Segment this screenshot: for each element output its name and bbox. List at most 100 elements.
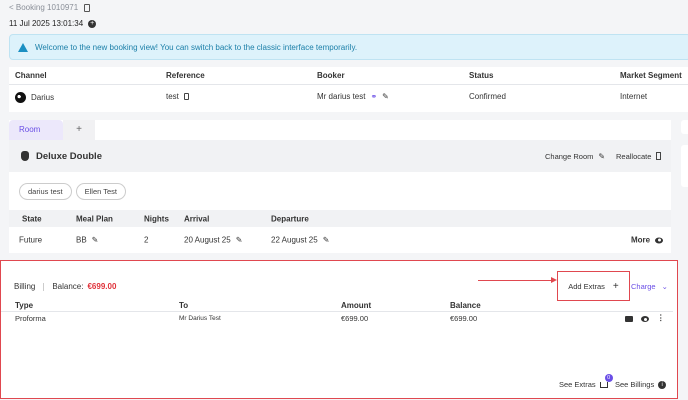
back-label[interactable]: < Booking 1010971 — [9, 3, 78, 12]
header-meal-plan: Meal Plan — [76, 214, 113, 223]
balance-label: Balance: — [52, 282, 84, 291]
edit-icon[interactable]: ✎ — [92, 236, 99, 245]
balance-value: €699.00 — [87, 282, 117, 291]
room-title: Deluxe Double — [36, 150, 102, 162]
channel-avatar-icon — [15, 92, 26, 103]
edit-icon[interactable]: ✎ — [323, 236, 330, 245]
add-room-tab[interactable]: + — [63, 120, 95, 140]
header-to: To — [179, 301, 189, 310]
edit-icon[interactable]: ✎ — [236, 236, 243, 245]
divider — [1, 311, 673, 312]
room-icon — [21, 151, 29, 161]
stay-header: State Meal Plan Nights Arrival Departure — [9, 210, 671, 227]
header-status: Status — [469, 71, 494, 80]
meal-plan-cell: BB ✎ — [76, 236, 98, 245]
eye-icon[interactable] — [655, 237, 664, 243]
header-type: Type — [15, 301, 34, 310]
add-circle-icon[interactable]: + — [88, 19, 97, 28]
channel-value: Darius — [31, 93, 55, 102]
reallocate-icon[interactable] — [656, 152, 662, 160]
status-value: Confirmed — [469, 92, 506, 101]
header-balance: Balance — [450, 301, 481, 310]
header-nights: Nights — [144, 214, 169, 223]
side-panel-edge — [681, 120, 688, 134]
eye-icon[interactable] — [641, 316, 649, 322]
tab-room-700[interactable]: Room 700 — [9, 120, 63, 154]
meal-plan-value: BB — [76, 235, 87, 245]
info-icon[interactable]: i — [658, 380, 667, 389]
header-departure: Departure — [271, 214, 309, 223]
channel-cell: Darius — [15, 92, 54, 103]
edit-icon[interactable]: ✎ — [382, 92, 389, 101]
stay-row: Future BB ✎ 2 20 August 25 ✎ 22 August 2… — [9, 227, 671, 253]
date-text: 11 Jul 2025 13:01:34 — [9, 19, 84, 28]
divider — [43, 282, 45, 291]
see-extras-label[interactable]: See Extras — [559, 380, 596, 389]
reference-cell: test — [166, 92, 189, 101]
billing-title: Billing Balance: €699.00 — [14, 282, 116, 291]
guest-chip[interactable]: darius test — [19, 183, 72, 200]
page-header: < Booking 1010971 11 Jul 2025 13:01:34 + — [9, 3, 97, 28]
balance-cell-value: €699.00 — [450, 314, 478, 323]
market-segment-value: Internet — [620, 92, 648, 101]
amount-value: €699.00 — [341, 314, 369, 323]
room-header: Deluxe Double Change Room ✎ Reallocate — [9, 140, 671, 172]
guest-chip[interactable]: Ellen Test — [75, 183, 126, 200]
booker-value[interactable]: Mr darius test — [317, 92, 365, 101]
more-button[interactable]: More — [631, 236, 664, 245]
header-amount: Amount — [341, 301, 372, 310]
departure-cell: 22 August 25 ✎ — [271, 236, 329, 245]
billing-label: Billing — [14, 282, 36, 291]
room-tabs: Room 700 + — [9, 120, 95, 154]
table-row[interactable]: Proforma Mr Darius Test €699.00 €699.00 … — [15, 313, 667, 325]
printer-icon[interactable] — [625, 316, 633, 322]
header-reference: Reference — [166, 71, 205, 80]
header-arrival: Arrival — [184, 214, 210, 223]
header-state: State — [22, 214, 42, 223]
guest-list: darius test Ellen Test — [19, 183, 126, 200]
see-billings-button[interactable]: See Billings i — [615, 380, 667, 389]
nights-value: 2 — [144, 235, 149, 245]
chevron-down-icon[interactable]: ⌄ — [662, 282, 668, 291]
edit-icon[interactable]: ✎ — [598, 152, 605, 161]
departure-value: 22 August 25 — [271, 235, 318, 245]
header-channel: Channel — [15, 71, 47, 80]
see-extras-button[interactable]: See Extras 0 — [559, 373, 613, 389]
change-room-label[interactable]: Change Room — [545, 152, 593, 161]
alert-text: Welcome to the new booking view! You can… — [35, 42, 358, 52]
back-link[interactable]: < Booking 1010971 — [9, 3, 96, 12]
header-market-segment: Market Segment — [620, 71, 682, 80]
booking-info-table: Channel Reference Booker Status Market S… — [9, 67, 688, 112]
header-booker: Booker — [317, 71, 345, 80]
divider — [9, 84, 688, 85]
add-extras-button[interactable]: Add Extras + — [557, 271, 630, 301]
copy-icon[interactable] — [84, 3, 91, 12]
link-icon[interactable]: ⚭ — [370, 92, 377, 101]
more-options-icon[interactable]: ⋮ — [657, 313, 664, 322]
type-value: Proforma — [15, 314, 46, 323]
change-room-button[interactable]: Change Room ✎ — [545, 152, 605, 161]
more-label[interactable]: More — [631, 236, 650, 245]
info-alert: Welcome to the new booking view! You can… — [9, 34, 688, 60]
reference-value: test — [166, 92, 179, 101]
copy-icon[interactable] — [183, 93, 189, 100]
cart-icon[interactable]: 0 — [599, 373, 613, 388]
booking-date: 11 Jul 2025 13:01:34 + — [9, 19, 97, 28]
room-card: Room 700 + Deluxe Double Change Room ✎ R… — [9, 120, 671, 253]
warning-icon — [18, 42, 28, 52]
state-value: Future — [19, 235, 43, 245]
billing-section: Billing Balance: €699.00 Add Extras + Ch… — [0, 260, 678, 399]
reallocate-label[interactable]: Reallocate — [616, 152, 651, 161]
plus-icon[interactable]: + — [613, 281, 619, 292]
add-extras-label[interactable]: Add Extras — [568, 282, 605, 291]
arrival-value: 20 August 25 — [184, 235, 231, 245]
side-panel-edge — [681, 145, 688, 187]
booker-cell: Mr darius test ⚭ ✎ — [317, 92, 389, 101]
to-value: Mr Darius Test — [179, 315, 221, 322]
reallocate-button[interactable]: Reallocate — [616, 152, 662, 161]
charge-dropdown[interactable]: Charge ⌄ — [631, 282, 668, 291]
arrival-cell: 20 August 25 ✎ — [184, 236, 242, 245]
see-billings-label[interactable]: See Billings — [615, 380, 654, 389]
charge-label[interactable]: Charge — [631, 282, 656, 291]
annotation-arrow — [478, 280, 553, 281]
